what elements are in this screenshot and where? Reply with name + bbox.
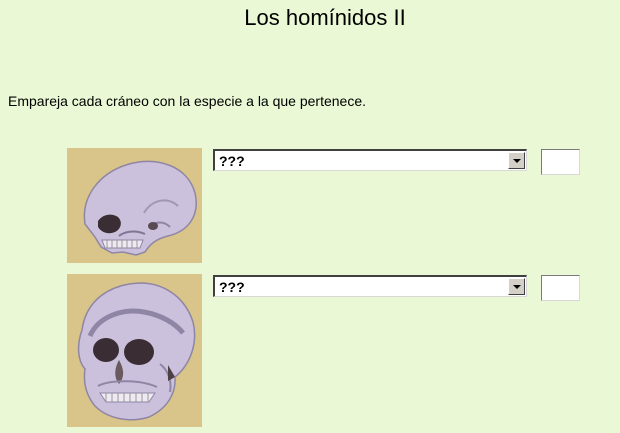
dropdown-arrow-icon[interactable] (508, 152, 525, 169)
instructions-text: Empareja cada cráneo con la especie a la… (8, 93, 367, 109)
answer-field-1[interactable] (541, 149, 580, 175)
answer-field-2[interactable] (541, 275, 580, 301)
species-select-1[interactable]: ??? (213, 149, 527, 171)
skull-front-three-quarter-view-icon (67, 274, 202, 427)
skull-side-view-icon (67, 148, 202, 263)
selected-species-value: ??? (219, 153, 245, 169)
skull-image-2 (67, 274, 202, 427)
skull-image-1 (67, 148, 202, 263)
species-select-2[interactable]: ??? (213, 275, 527, 297)
page-title: Los homínidos II (244, 5, 406, 30)
dropdown-arrow-icon[interactable] (508, 278, 525, 295)
selected-species-value: ??? (219, 279, 245, 295)
